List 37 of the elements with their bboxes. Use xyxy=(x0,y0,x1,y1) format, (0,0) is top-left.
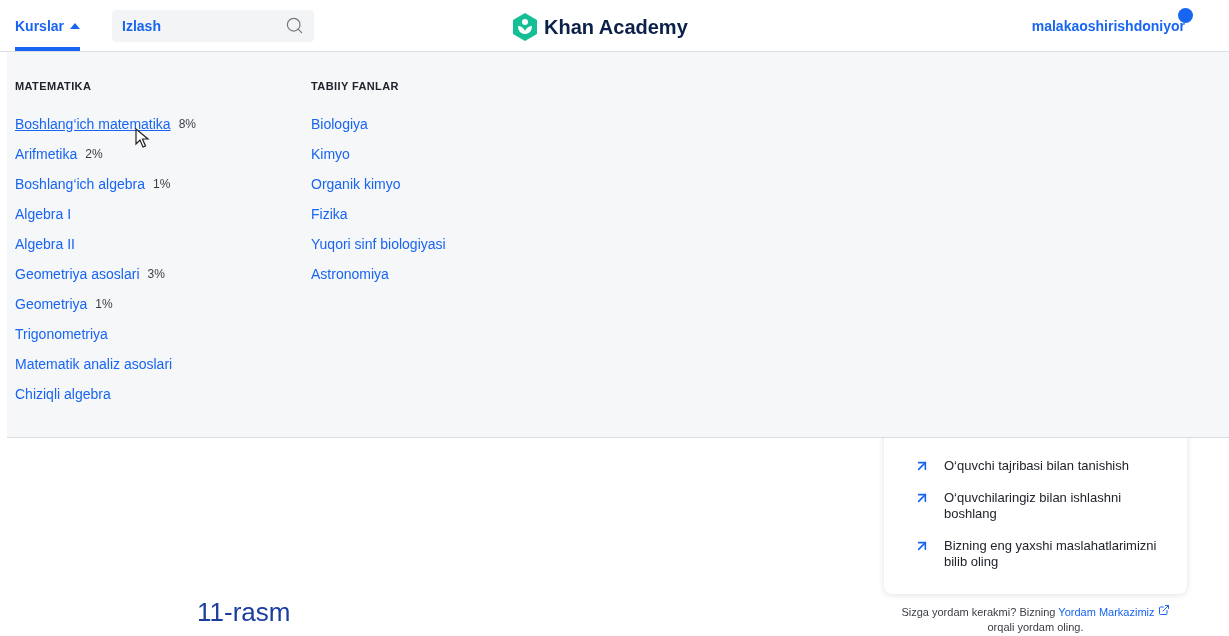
course-link[interactable]: Chiziqli algebra xyxy=(15,386,111,402)
course-link[interactable]: Geometriya xyxy=(15,296,88,312)
search-icon xyxy=(285,15,305,35)
mouse-pointer-icon xyxy=(135,128,151,148)
search-field[interactable]: Izlash xyxy=(112,9,315,42)
course-link[interactable]: Algebra I xyxy=(15,206,72,222)
leaf-hexagon-icon xyxy=(512,13,538,41)
course-link[interactable]: Kimyo xyxy=(311,146,350,162)
course-link[interactable]: Yuqori sinf biologiyasi xyxy=(311,236,446,252)
progress-percent: 1% xyxy=(153,177,171,191)
caret-icon xyxy=(70,22,81,29)
category-heading: MATEMATIKA xyxy=(15,80,93,92)
course-link[interactable]: Matematik analiz asoslari xyxy=(15,356,173,372)
username-link[interactable]: malakaoshirishdoniyor xyxy=(1031,17,1185,34)
progress-percent: 1% xyxy=(95,297,113,311)
course-link[interactable]: Astronomiya xyxy=(311,266,389,282)
resource-link[interactable]: Bizning eng yaxshi maslahatlarimizni bilib oling xyxy=(944,538,1163,570)
help-center-link[interactable]: Yordam Markazimiz xyxy=(1058,606,1155,618)
course-link[interactable]: Arifmetika xyxy=(15,146,78,162)
course-link[interactable]: Fizika xyxy=(311,206,348,222)
course-link[interactable]: Geometriya asoslari xyxy=(15,266,140,282)
progress-percent: 2% xyxy=(85,147,103,161)
category-heading: TABIIY FANLAR xyxy=(311,80,400,92)
external-link-icon xyxy=(1157,604,1170,616)
course-link[interactable]: Algebra II xyxy=(15,236,75,252)
logo[interactable]: Khan Academy xyxy=(512,13,688,41)
course-link[interactable]: Boshlang‘ich algebra xyxy=(15,176,145,192)
course-link[interactable]: Boshlang‘ich matematika xyxy=(15,116,171,132)
course-link[interactable]: Biologiya xyxy=(311,116,368,132)
progress-percent: 3% xyxy=(147,267,165,281)
figure-caption: 11-rasm xyxy=(197,597,291,628)
course-link[interactable]: Trigonometriya xyxy=(15,326,108,342)
resource-link[interactable]: O‘quvchi tajribasi bilan tanishish xyxy=(944,458,1129,474)
progress-percent: 8% xyxy=(178,117,196,131)
help-text: Sizga yordam kerakmi? Bizning Yordam Markazimiz orqali yordam oling. xyxy=(884,604,1187,635)
course-link[interactable]: Organik kimyo xyxy=(311,176,401,192)
resource-link[interactable]: O‘quvchilaringiz bilan ishlashni boshlang xyxy=(944,490,1163,522)
